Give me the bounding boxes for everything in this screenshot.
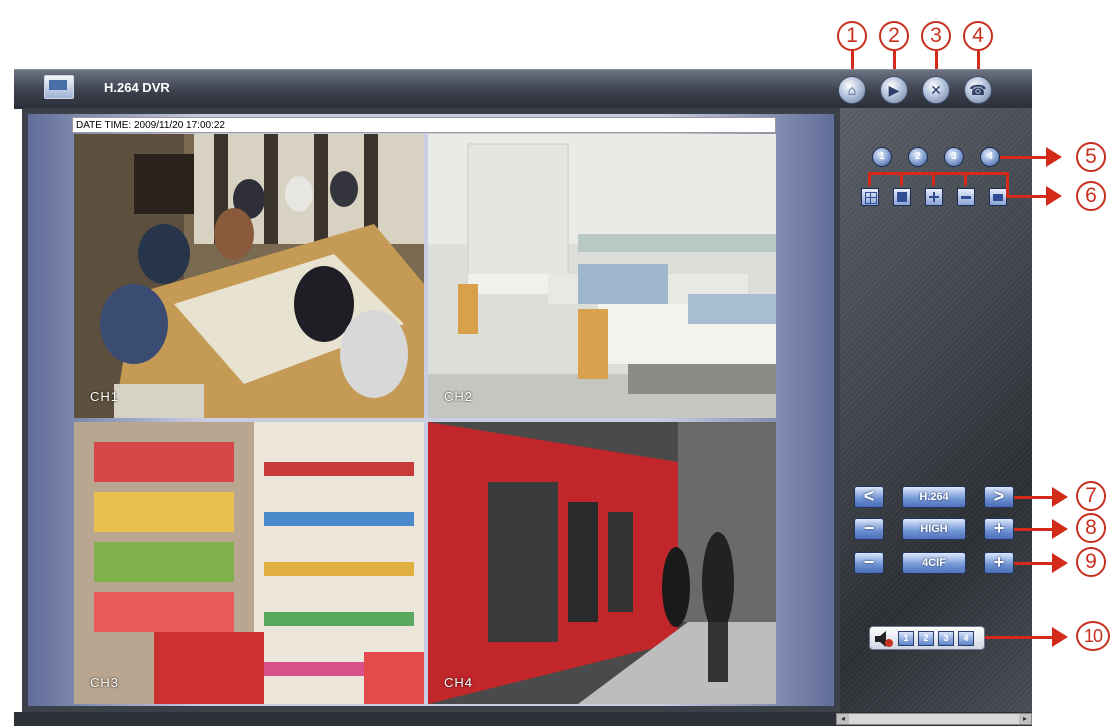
split-view-button[interactable] [925, 188, 943, 206]
pip-view-button[interactable] [893, 188, 911, 206]
callout-line-7 [1014, 496, 1054, 499]
playback-button[interactable]: ▶ [880, 76, 908, 104]
callout-2: 2 [879, 21, 909, 51]
quad-view-icon-v [870, 192, 871, 204]
channel-button-2[interactable]: 2 [908, 147, 928, 167]
quad-view-icon-h [865, 197, 877, 198]
audio-channel-1[interactable]: 1 [898, 631, 914, 646]
home-icon: ⌂ [847, 82, 857, 98]
scroll-left-icon[interactable]: ◂ [837, 714, 849, 724]
network-button[interactable]: ☎ [964, 76, 992, 104]
camera-view-ch2[interactable]: CH2 [428, 134, 776, 418]
camera-view-ch4[interactable]: CH4 [428, 422, 776, 704]
network-icon: ☎ [969, 82, 987, 98]
speaker-icon[interactable] [874, 630, 894, 648]
channel-button-3[interactable]: 3 [944, 147, 964, 167]
ch3-scene-image [74, 422, 424, 704]
quad-view-icon [865, 192, 877, 204]
callout-4: 4 [963, 21, 993, 51]
single-view-icon [961, 196, 971, 199]
codec-next-button[interactable]: > [984, 486, 1014, 508]
home-button[interactable]: ⌂ [838, 76, 866, 104]
callout-bracket-6 [868, 172, 1008, 175]
channel-label-ch1: CH1 [90, 389, 120, 404]
ch1-scene-image [74, 134, 424, 418]
audio-selector: 1 2 3 4 [869, 626, 985, 650]
audio-channel-3[interactable]: 3 [938, 631, 954, 646]
playback-icon: ▶ [888, 82, 900, 98]
resolution-plus-button[interactable]: + [984, 552, 1014, 574]
callout-line-10 [985, 636, 1053, 639]
callout-arrow-8 [1052, 519, 1068, 539]
codec-display: H.264 [902, 486, 966, 508]
callout-1: 1 [837, 21, 867, 51]
callout-bracket-6-e [1006, 172, 1009, 196]
callout-10: 10 [1076, 621, 1110, 651]
callout-arrow-7 [1052, 487, 1068, 507]
ch4-scene-image [428, 422, 776, 704]
quality-display: HIGH [902, 518, 966, 540]
channel-button-1[interactable]: 1 [872, 147, 892, 167]
callout-arrow-10 [1052, 627, 1068, 647]
camera-view-ch3[interactable]: CH3 [74, 422, 424, 704]
callout-line-8 [1014, 528, 1054, 531]
audio-channel-2[interactable]: 2 [918, 631, 934, 646]
horizontal-scrollbar[interactable]: ◂ ▸ [836, 713, 1032, 725]
callout-8: 8 [1076, 513, 1106, 543]
callout-bracket-6-a [868, 172, 871, 186]
snapshot-button[interactable] [989, 188, 1007, 206]
snapshot-icon [993, 194, 1003, 201]
callout-3: 3 [921, 21, 951, 51]
channel-label-ch4: CH4 [444, 675, 474, 690]
callout-arrow-5 [1046, 147, 1062, 167]
callout-line-6 [1006, 195, 1046, 198]
quality-plus-button[interactable]: + [984, 518, 1014, 540]
app-title: H.264 DVR [104, 80, 170, 95]
quad-view-button[interactable] [861, 188, 879, 206]
callout-bracket-6-d [964, 172, 967, 186]
callout-7: 7 [1076, 481, 1106, 511]
camera-view-ch1[interactable]: CH1 [74, 134, 424, 418]
quality-minus-button[interactable]: − [854, 518, 884, 540]
datetime-bar: DATE TIME: 2009/11/20 17:00:22 [72, 117, 776, 133]
codec-prev-button[interactable]: < [854, 486, 884, 508]
channel-label-ch3: CH3 [90, 675, 120, 690]
ch2-scene-image [428, 134, 776, 418]
callout-9: 9 [1076, 547, 1106, 577]
app-logo-icon [44, 75, 74, 99]
tools-button[interactable]: ✕ [922, 76, 950, 104]
channel-label-ch2: CH2 [444, 389, 474, 404]
audio-channel-4[interactable]: 4 [958, 631, 974, 646]
callout-arrow-9 [1052, 553, 1068, 573]
callout-bracket-6-b [900, 172, 903, 186]
scroll-right-icon[interactable]: ▸ [1019, 714, 1031, 724]
callout-6: 6 [1076, 181, 1106, 211]
callout-arrow-6 [1046, 186, 1062, 206]
resolution-minus-button[interactable]: − [854, 552, 884, 574]
tools-icon: ✕ [930, 82, 942, 98]
callout-5: 5 [1076, 142, 1106, 172]
single-view-button[interactable] [957, 188, 975, 206]
callout-line-9 [1014, 562, 1054, 565]
callout-line-5 [1000, 156, 1046, 159]
resolution-display: 4CIF [902, 552, 966, 574]
callout-bracket-6-c [932, 172, 935, 186]
pip-view-icon [897, 192, 907, 202]
split-view-icon-v [933, 192, 935, 202]
channel-button-4[interactable]: 4 [980, 147, 1000, 167]
